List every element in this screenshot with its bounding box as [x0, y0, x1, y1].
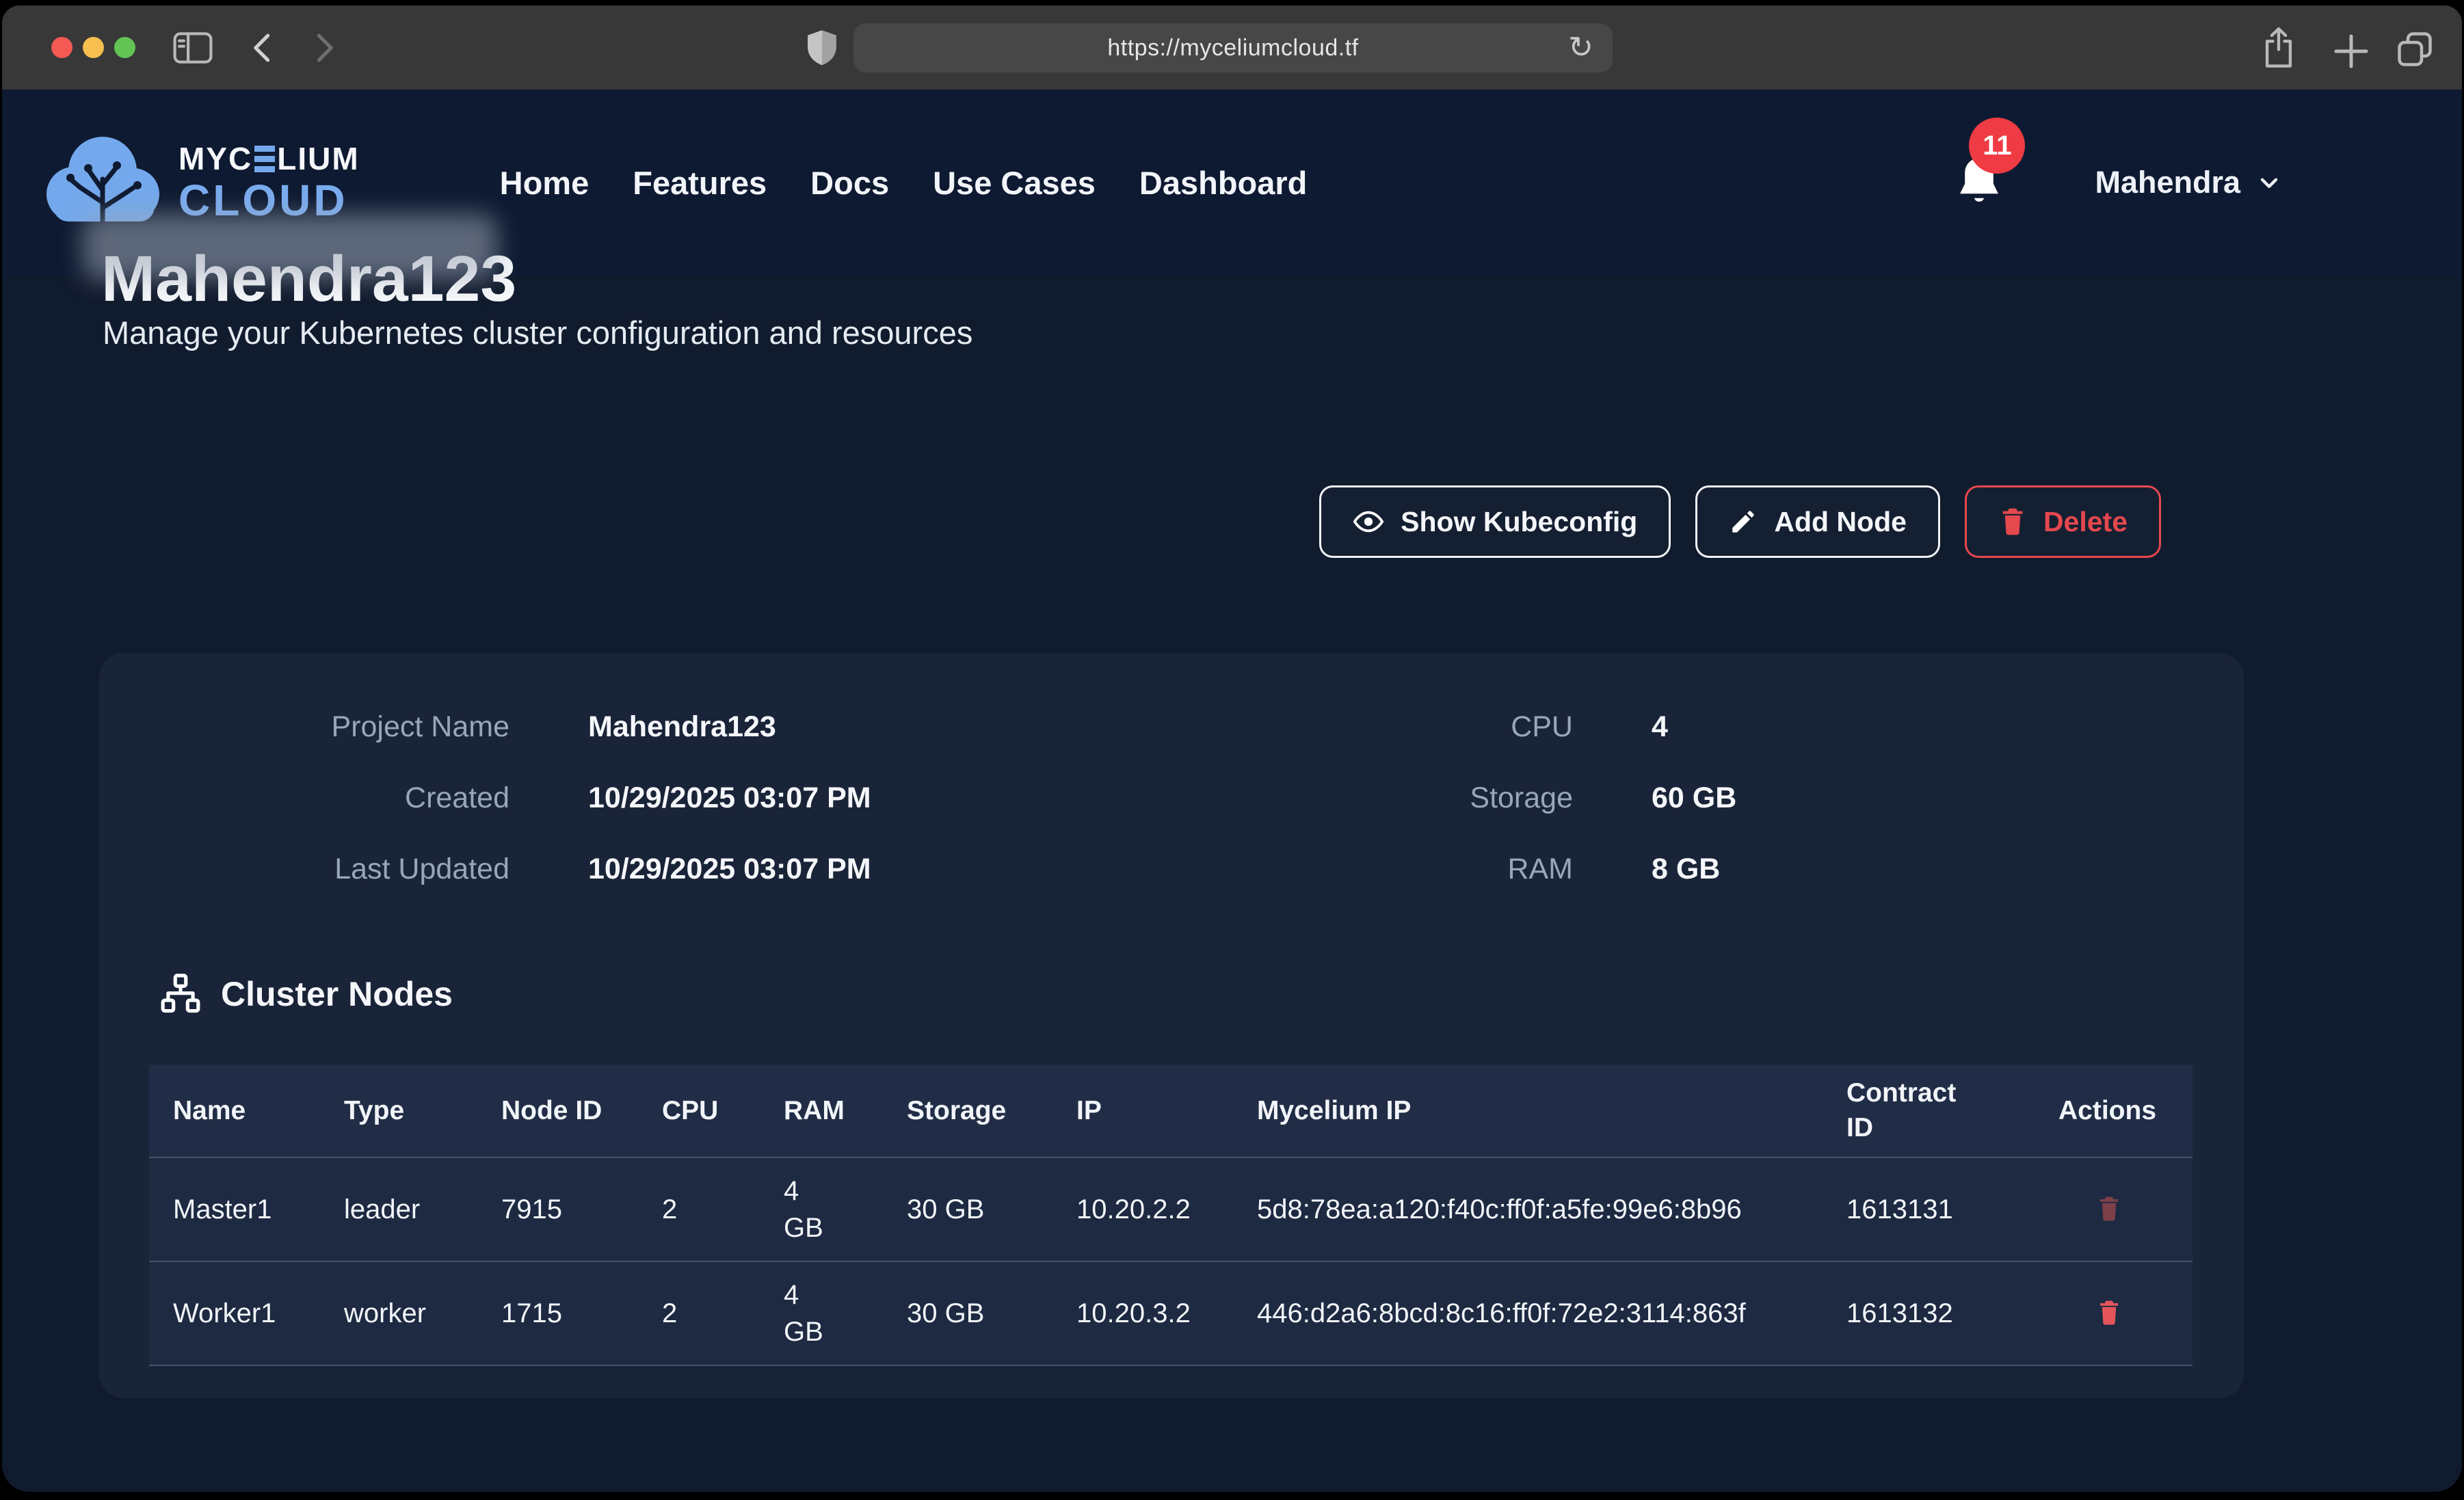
share-icon[interactable] [2259, 25, 2299, 71]
user-menu[interactable]: Mahendra [2095, 165, 2283, 200]
trash-icon [1998, 506, 2027, 537]
storage-value: 60 GB [1573, 781, 2184, 815]
cell-storage: 30 GB [883, 1261, 1052, 1365]
ram-label: RAM [1262, 853, 1573, 886]
col-actions: Actions [2035, 1065, 2193, 1157]
back-button-icon[interactable] [247, 30, 278, 66]
table-header-row: Name Type Node ID CPU RAM Storage IP Myc… [149, 1065, 2193, 1157]
show-kubeconfig-button[interactable]: Show Kubeconfig [1319, 485, 1671, 558]
trash-icon [2096, 1298, 2122, 1328]
cell-ip: 10.20.3.2 [1052, 1261, 1233, 1365]
brand-name-top: MYCLIUM [178, 143, 360, 174]
redaction-blur-patch [83, 214, 497, 280]
trash-icon [2096, 1194, 2122, 1224]
nav-links: Home Features Docs Use Cases Dashboard [500, 164, 1308, 202]
cpu-label: CPU [1262, 710, 1573, 744]
nav-link-dashboard[interactable]: Dashboard [1139, 164, 1308, 202]
close-window-button[interactable] [51, 37, 72, 58]
reload-icon[interactable]: ↻ [1568, 26, 1593, 70]
cluster-actions: Show Kubeconfig Add Node Delete [1319, 485, 2161, 558]
last-updated-label: Last Updated [159, 853, 509, 886]
browser-toolbar: https://myceliumcloud.tf ↻ [2, 5, 2462, 90]
nav-link-features[interactable]: Features [633, 164, 767, 202]
col-storage: Storage [883, 1065, 1052, 1157]
notifications-button[interactable]: 11 [1952, 153, 2006, 212]
cell-contract-id: 1613131 [1823, 1157, 2035, 1261]
cell-name: Worker1 [149, 1261, 320, 1365]
minimize-window-button[interactable] [83, 37, 104, 58]
delete-cluster-button[interactable]: Delete [1965, 485, 2161, 558]
cell-type: worker [320, 1261, 477, 1365]
address-bar[interactable]: https://myceliumcloud.tf [853, 23, 1613, 72]
created-value: 10/29/2025 03:07 PM [509, 781, 1262, 815]
table-row-worker1: Worker1 worker 1715 2 4 GB 30 GB 10.20.3… [149, 1261, 2193, 1365]
add-node-button[interactable]: Add Node [1695, 485, 1940, 558]
cell-cpu: 2 [638, 1157, 760, 1261]
cell-actions [2035, 1157, 2193, 1261]
address-bar-url: https://myceliumcloud.tf [1107, 35, 1358, 62]
eye-icon [1353, 506, 1384, 537]
cluster-details-card: Project Name Mahendra123 CPU 4 Created 1… [99, 653, 2244, 1398]
cell-contract-id: 1613132 [1823, 1261, 2035, 1365]
cell-node-id: 1715 [477, 1261, 638, 1365]
cluster-info-grid: Project Name Mahendra123 CPU 4 Created 1… [159, 691, 2184, 905]
cell-cpu: 2 [638, 1261, 760, 1365]
tab-overview-icon[interactable] [2394, 29, 2435, 70]
project-name-value: Mahendra123 [509, 710, 1262, 744]
privacy-shield-icon[interactable] [804, 27, 840, 68]
created-label: Created [159, 781, 509, 815]
browser-window: https://myceliumcloud.tf ↻ [2, 5, 2462, 1492]
table-row-master1: Master1 leader 7915 2 4 GB 30 GB 10.20.2… [149, 1157, 2193, 1261]
zoom-window-button[interactable] [114, 37, 135, 58]
cell-storage: 30 GB [883, 1157, 1052, 1261]
new-tab-icon[interactable] [2333, 33, 2370, 70]
col-ram: RAM [760, 1065, 883, 1157]
col-ip: IP [1052, 1065, 1233, 1157]
cell-ip: 10.20.2.2 [1052, 1157, 1233, 1261]
cell-ram: 4 GB [760, 1157, 883, 1261]
sidebar-toggle-icon[interactable] [172, 29, 214, 67]
cluster-nodes-heading: Cluster Nodes [159, 973, 453, 1015]
cell-mycelium-ip: 5d8:78ea:a120:f40c:ff0f:a5fe:99e6:8b96 [1233, 1157, 1823, 1261]
forward-button-icon[interactable] [308, 30, 340, 66]
delete-node-button[interactable] [2096, 1298, 2122, 1330]
page-body: MYCLIUM CLOUD Home Features Docs Use Cas… [2, 90, 2462, 1492]
col-contract-id: Contract ID [1823, 1065, 2035, 1157]
storage-label: Storage [1262, 781, 1573, 815]
user-name: Mahendra [2095, 165, 2240, 200]
col-mycelium-ip: Mycelium IP [1233, 1065, 1823, 1157]
cluster-nodes-table: Name Type Node ID CPU RAM Storage IP Myc… [149, 1065, 2193, 1366]
cell-mycelium-ip: 446:d2a6:8bcd:8c16:ff0f:72e2:3114:863f [1233, 1261, 1823, 1365]
cell-name: Master1 [149, 1157, 320, 1261]
col-cpu: CPU [638, 1065, 760, 1157]
cell-type: leader [320, 1157, 477, 1261]
nav-link-docs[interactable]: Docs [810, 164, 889, 202]
nav-link-home[interactable]: Home [500, 164, 589, 202]
cell-actions [2035, 1261, 2193, 1365]
notification-count-badge: 11 [1969, 118, 2025, 174]
cell-ram: 4 GB [760, 1261, 883, 1365]
cell-node-id: 7915 [477, 1157, 638, 1261]
cluster-nodes-icon [159, 973, 202, 1015]
page-subtitle: Manage your Kubernetes cluster configura… [103, 314, 972, 351]
pencil-icon [1729, 507, 1758, 536]
last-updated-value: 10/29/2025 03:07 PM [509, 853, 1262, 886]
delete-node-button[interactable] [2096, 1194, 2122, 1226]
chevron-down-icon [2255, 169, 2283, 196]
nav-link-use-cases[interactable]: Use Cases [933, 164, 1096, 202]
col-node-id: Node ID [477, 1065, 638, 1157]
project-name-label: Project Name [159, 710, 509, 744]
cpu-value: 4 [1573, 710, 2184, 744]
col-type: Type [320, 1065, 477, 1157]
col-name: Name [149, 1065, 320, 1157]
brand-e-glyph [254, 146, 275, 172]
ram-value: 8 GB [1573, 853, 2184, 886]
